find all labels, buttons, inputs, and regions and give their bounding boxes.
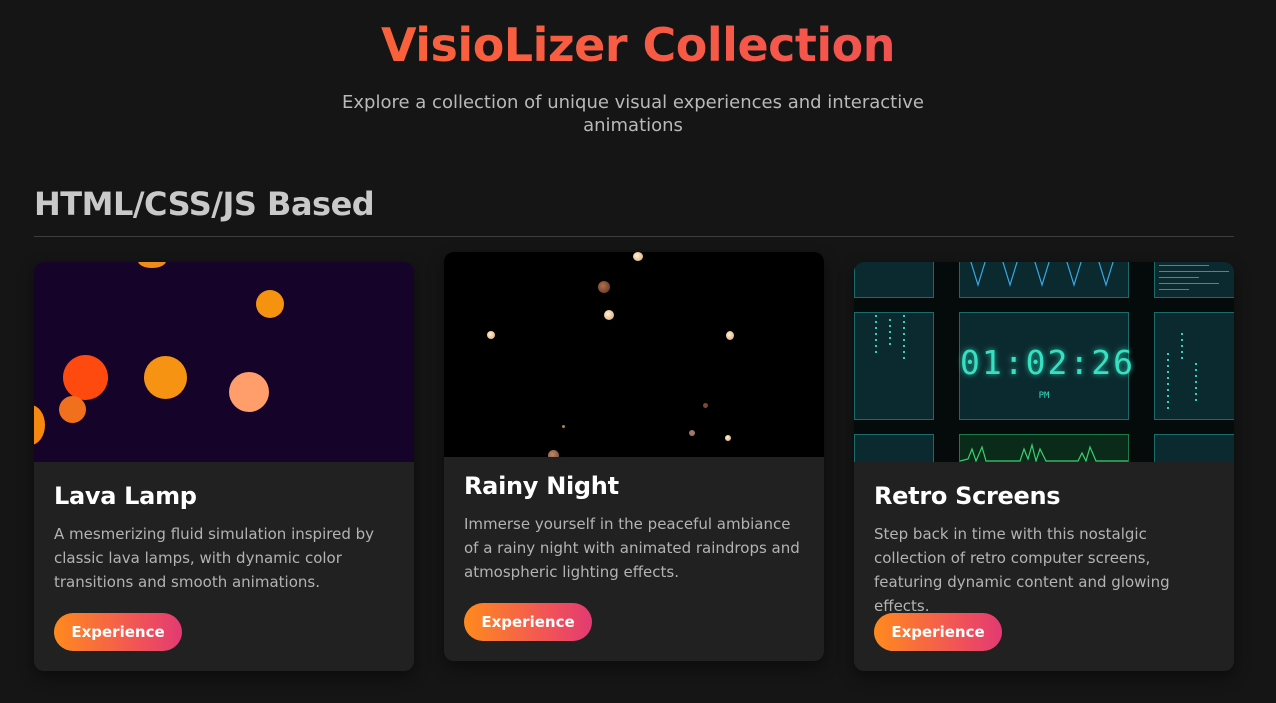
lava-blob — [63, 355, 108, 400]
lava-blob — [229, 372, 269, 412]
card-rainy-night[interactable]: Rainy Night Immerse yourself in the peac… — [444, 252, 824, 661]
card-title: Rainy Night — [464, 472, 619, 500]
raindrop — [689, 430, 695, 436]
raindrop — [726, 331, 734, 340]
card-retro-screens[interactable]: 01:02:26 PM Retro Screens Step back in t… — [854, 262, 1234, 671]
page-title: VisioLizer Collection — [0, 18, 1276, 72]
retro-screen — [854, 434, 934, 462]
lava-blob — [138, 262, 166, 268]
raindrop — [548, 450, 559, 457]
lava-blob — [34, 405, 45, 445]
retro-clock-screen: 01:02:26 PM — [959, 312, 1135, 420]
experience-button[interactable]: Experience — [464, 603, 592, 641]
retro-clock-ampm: PM — [1038, 391, 1050, 401]
raindrop — [725, 435, 731, 441]
lava-blob — [144, 356, 187, 399]
lava-blob — [256, 290, 284, 318]
card-title: Lava Lamp — [54, 482, 197, 510]
retro-screen — [1154, 262, 1234, 298]
card-description: Immerse yourself in the peaceful ambianc… — [464, 515, 800, 581]
retro-screen — [959, 262, 1129, 298]
raindrop — [562, 425, 565, 428]
card-description: A mesmerizing fluid simulation inspired … — [54, 525, 375, 591]
section-title: HTML/CSS/JS Based — [34, 185, 375, 223]
lava-lamp-preview — [34, 262, 414, 462]
retro-screens-preview: 01:02:26 PM — [854, 262, 1234, 462]
raindrop — [598, 281, 610, 293]
card-lava-lamp[interactable]: Lava Lamp A mesmerizing fluid simulation… — [34, 262, 414, 671]
retro-screen — [1154, 434, 1234, 462]
raindrop — [604, 310, 614, 320]
retro-clock: 01:02:26 — [960, 343, 1135, 382]
raindrop — [633, 252, 643, 261]
section-divider — [34, 236, 1234, 237]
card-description: Step back in time with this nostalgic co… — [874, 525, 1170, 615]
experience-button[interactable]: Experience — [54, 613, 182, 651]
rainy-night-preview — [444, 252, 824, 457]
lava-blob — [59, 396, 86, 423]
raindrop — [703, 403, 708, 408]
page-subtitle: Explore a collection of unique visual ex… — [342, 92, 924, 136]
retro-screen — [854, 312, 934, 420]
retro-screen — [959, 434, 1129, 462]
retro-screen — [854, 262, 934, 298]
card-title: Retro Screens — [874, 482, 1061, 510]
experience-button[interactable]: Experience — [874, 613, 1002, 651]
raindrop — [487, 331, 495, 339]
retro-screen — [1154, 312, 1234, 420]
